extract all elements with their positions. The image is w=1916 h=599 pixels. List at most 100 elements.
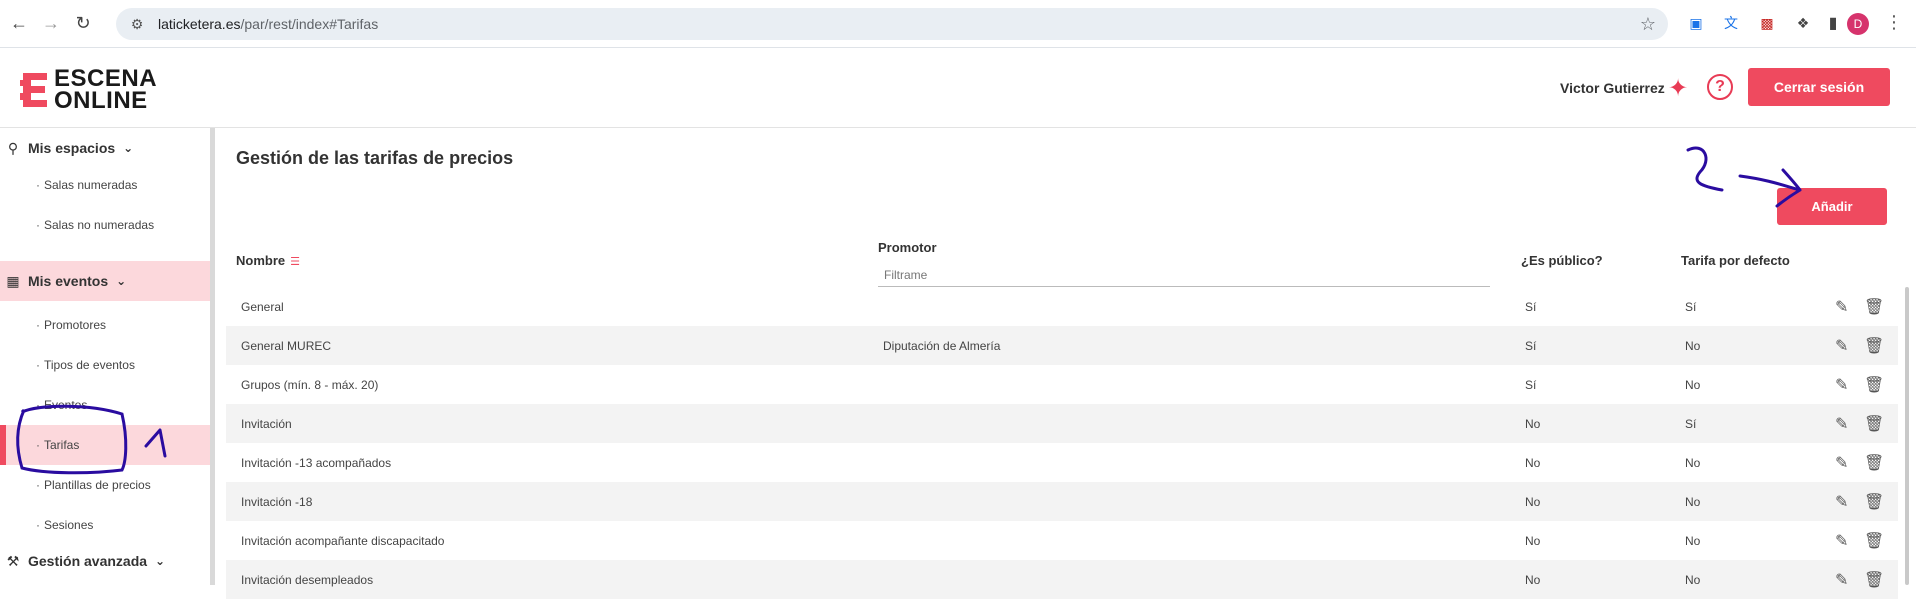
column-header-promoter: Promotor [878, 240, 937, 255]
cell-default: Sí [1685, 300, 1697, 314]
table-row: Invitación -13 acompañados No No ✎ 🗑 [226, 443, 1898, 482]
column-header-default: Tarifa por defecto [1681, 253, 1790, 268]
sidebar-item-sesiones[interactable]: Sesiones [0, 505, 210, 545]
browser-toolbar: ← → ↻ ⚙ laticketera.es/par/rest/index#Ta… [0, 0, 1916, 48]
calendar-icon: ▦ [6, 272, 20, 289]
sparkle-icon[interactable]: ✦ [1668, 74, 1688, 103]
cell-default: No [1685, 495, 1701, 509]
cell-public: Sí [1525, 378, 1537, 392]
delete-icon[interactable]: 🗑 [1864, 297, 1884, 317]
cell-public: No [1525, 534, 1541, 548]
cell-name: General MUREC [241, 339, 332, 353]
site-settings-icon[interactable]: ⚙ [128, 15, 146, 33]
logo-mark-icon [20, 71, 50, 109]
cell-public: Sí [1525, 339, 1537, 353]
cell-name: Grupos (mín. 8 - máx. 20) [241, 378, 379, 392]
edit-icon[interactable]: ✎ [1835, 453, 1848, 473]
cell-name: General [241, 300, 284, 314]
table-row: Invitación No Sí ✎ 🗑 [226, 404, 1898, 443]
table-row: Grupos (mín. 8 - máx. 20) Sí No ✎ 🗑 [226, 365, 1898, 404]
tools-icon: ⚒ [6, 552, 20, 569]
cell-default: No [1685, 339, 1701, 353]
cell-public: No [1525, 495, 1541, 509]
tariffs-table: General Sí Sí ✎ 🗑 General MUREC Diputación de … [226, 287, 1898, 599]
delete-icon[interactable]: 🗑 [1864, 492, 1884, 512]
cell-public: No [1525, 417, 1541, 431]
delete-icon[interactable]: 🗑 [1864, 336, 1884, 356]
table-row: General Sí Sí ✎ 🗑 [226, 287, 1898, 326]
profile-avatar[interactable]: D [1847, 13, 1869, 35]
table-row: Invitación desempleados No No ✎ 🗑 [226, 560, 1898, 599]
sidebar-item-tipos-de-eventos[interactable]: Tipos de eventos [0, 345, 210, 385]
column-header-name[interactable]: Nombre ☰ [236, 253, 300, 268]
extension-icon[interactable]: ▣ [1685, 12, 1707, 34]
sidebar-item-eventos[interactable]: Eventos [0, 385, 210, 425]
edit-icon[interactable]: ✎ [1835, 375, 1848, 395]
chevron-down-icon: ⌄ [155, 554, 166, 568]
delete-icon[interactable]: 🗑 [1864, 531, 1884, 551]
edit-icon[interactable]: ✎ [1835, 531, 1848, 551]
menu-kebab-icon[interactable]: ⋮ [1885, 12, 1903, 33]
sidebar-divider [210, 128, 215, 585]
delete-icon[interactable]: 🗑 [1864, 570, 1884, 590]
cell-public: No [1525, 456, 1541, 470]
address-bar[interactable]: ⚙ laticketera.es/par/rest/index#Tarifas … [116, 8, 1668, 40]
location-pin-icon: ⚲ [7, 139, 19, 156]
edit-icon[interactable]: ✎ [1835, 492, 1848, 512]
puzzle-icon[interactable]: ❖ [1792, 12, 1814, 34]
sidebar-item-promotores[interactable]: Promotores [0, 305, 210, 345]
add-button[interactable]: Añadir [1777, 188, 1887, 225]
user-name: Victor Gutierrez [1560, 80, 1665, 96]
chevron-down-icon: ⌄ [123, 141, 134, 155]
selected-indicator [0, 425, 6, 465]
sidebar-item-salas-numeradas[interactable]: Salas numeradas [0, 165, 210, 205]
edit-icon[interactable]: ✎ [1835, 336, 1848, 356]
cell-default: No [1685, 456, 1701, 470]
logo[interactable]: ESCENA ONLINE [20, 65, 158, 114]
logout-button[interactable]: Cerrar sesión [1748, 68, 1890, 106]
page-title: Gestión de las tarifas de precios [236, 148, 514, 168]
sidebar-item-tarifas[interactable]: Tarifas [0, 425, 210, 465]
table-row: Invitación acompañante discapacitado No No… [226, 521, 1898, 560]
cell-default: Sí [1685, 417, 1697, 431]
cell-name: Invitación [241, 417, 292, 431]
cell-default: No [1685, 534, 1701, 548]
edit-icon[interactable]: ✎ [1835, 297, 1848, 317]
extension-icon[interactable]: ▩ [1756, 12, 1778, 34]
sidebar-panel-icon[interactable]: ▮ [1822, 12, 1844, 34]
cell-name: Invitación acompañante discapacitado [241, 534, 445, 548]
sidebar-section-mis-espacios[interactable]: ⚲ Mis espacios ⌄ [0, 128, 210, 168]
cell-name: Invitación -18 [241, 495, 313, 509]
logo-text: ESCENA ONLINE [54, 65, 158, 114]
app-header: ESCENA ONLINE Victor Gutierrez ✦ ? Cerra… [0, 48, 1916, 128]
table-row: Invitación -18 No No ✎ 🗑 [226, 482, 1898, 521]
chevron-down-icon: ⌄ [116, 274, 127, 288]
help-icon[interactable]: ? [1707, 74, 1733, 100]
sidebar-item-salas-no-numeradas[interactable]: Salas no numeradas [0, 205, 210, 245]
promoter-filter-input[interactable] [878, 263, 1490, 287]
sidebar-section-mis-eventos[interactable]: ▦ Mis eventos ⌄ [0, 261, 210, 301]
cell-promoter: Diputación de Almería [883, 339, 1001, 353]
cell-public: Sí [1525, 300, 1537, 314]
reload-icon[interactable]: ↻ [70, 11, 96, 37]
scrollbar[interactable] [1905, 287, 1909, 585]
bookmark-star-icon[interactable]: ☆ [1640, 14, 1656, 35]
delete-icon[interactable]: 🗑 [1864, 453, 1884, 473]
sidebar-item-plantillas-de-precios[interactable]: Plantillas de precios [0, 465, 210, 505]
sidebar: ⚲ Mis espacios ⌄ Salas numeradas Salas n… [0, 128, 210, 585]
forward-icon[interactable]: → [38, 11, 64, 37]
delete-icon[interactable]: 🗑 [1864, 375, 1884, 395]
sort-icon[interactable]: ☰ [290, 255, 300, 268]
table-row: General MUREC Diputación de Almería Sí No ✎ 🗑 [226, 326, 1898, 365]
translate-icon[interactable]: 文 [1720, 12, 1742, 34]
annotation-digit-2 [1686, 146, 1724, 192]
sidebar-section-gestion-avanzada[interactable]: ⚒ Gestión avanzada ⌄ [0, 541, 210, 581]
cell-name: Invitación -13 acompañados [241, 456, 392, 470]
column-header-public: ¿Es público? [1521, 253, 1603, 268]
url-text: laticketera.es/par/rest/index#Tarifas [158, 16, 379, 32]
cell-default: No [1685, 378, 1701, 392]
edit-icon[interactable]: ✎ [1835, 570, 1848, 590]
delete-icon[interactable]: 🗑 [1864, 414, 1884, 434]
edit-icon[interactable]: ✎ [1835, 414, 1848, 434]
back-icon[interactable]: ← [6, 11, 32, 37]
